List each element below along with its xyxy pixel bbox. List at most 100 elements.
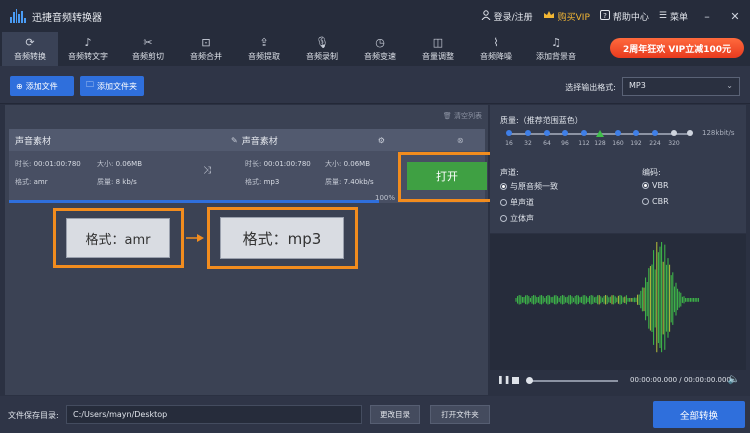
app-title: 迅捷音频转换器 [32, 12, 102, 24]
login-button[interactable]: 登录/注册 [481, 9, 533, 23]
save-directory-field[interactable]: C:/Users/mayn/Desktop [66, 405, 362, 424]
tab-audio-denoise[interactable]: ⌇ 音频降噪 [468, 32, 524, 66]
tab-label: 添加背景音 [536, 52, 576, 61]
add-folder-button[interactable]: 🗀 添加文件夹 [80, 76, 144, 96]
bottom-bar: 文件保存目录: C:/Users/mayn/Desktop 更改目录 打开文件夹… [0, 396, 750, 433]
target-format-callout-text: 格式：mp3 [220, 217, 344, 259]
quality-slider-thumb[interactable] [596, 130, 604, 137]
radio-icon [500, 215, 507, 222]
audio-text-icon: ♪ [84, 36, 92, 49]
volume-adjust-icon: ◫ [432, 36, 444, 49]
radio-icon [500, 183, 507, 190]
remove-file-icon[interactable]: ⊗ [457, 136, 464, 145]
quality-tick: 160 [612, 140, 624, 147]
tab-audio-record[interactable]: 🎙 音频录制 [294, 32, 350, 66]
radio-icon [642, 198, 649, 205]
trash-icon: 🗑 [442, 112, 452, 120]
tab-audio-to-text[interactable]: ♪ 音频转文字 [60, 32, 116, 66]
app-logo-icon [10, 9, 26, 23]
open-button[interactable]: 打开 [407, 162, 487, 190]
output-format-label: 选择输出格式: [565, 83, 616, 92]
playback-thumb[interactable] [526, 377, 533, 384]
tab-audio-merge[interactable]: ⊡ 音频合并 [178, 32, 234, 66]
quality-dot[interactable] [581, 130, 587, 136]
quality-tick: 320 [668, 140, 680, 147]
stop-icon[interactable] [512, 377, 519, 384]
quality-dot[interactable] [506, 130, 512, 136]
quality-dot[interactable] [544, 130, 550, 136]
tab-volume-adjust[interactable]: ◫ 音量调整 [410, 32, 466, 66]
output-format-select[interactable]: MP3 ⌄ [622, 77, 740, 96]
tab-label: 音频转换 [14, 52, 46, 61]
quality-dot[interactable] [525, 130, 531, 136]
channel-option-original[interactable]: 与原音频一致 [500, 181, 558, 192]
source-file-name: 声音素材 [15, 136, 52, 147]
change-directory-button[interactable]: 更改目录 [370, 405, 420, 424]
quality-tick: 96 [561, 140, 569, 147]
pause-icon[interactable]: ❚❚ [497, 375, 510, 384]
tab-label: 音频录制 [306, 52, 338, 61]
save-directory-label: 文件保存目录: [8, 411, 59, 420]
close-button[interactable]: ✕ [726, 10, 744, 23]
add-file-button[interactable]: ⊕ 添加文件 [10, 76, 74, 96]
target-size: 大小: 0.06MB [325, 160, 371, 168]
user-icon [481, 9, 491, 23]
menu-icon: ☰ [658, 11, 667, 21]
svg-text:?: ? [603, 12, 607, 20]
merge-icon: ⊡ [201, 36, 211, 49]
target-file-name: 声音素材 [241, 136, 278, 147]
channel-option-mono[interactable]: 单声道 [500, 197, 534, 208]
volume-icon[interactable]: 🔈 [728, 374, 740, 385]
channel-label: 声道: [500, 168, 519, 177]
source-quality: 质量: 8 kb/s [97, 178, 137, 186]
buy-vip-button[interactable]: 购买VIP [543, 10, 590, 23]
quality-tick: 32 [524, 140, 532, 147]
source-size: 大小: 0.06MB [97, 160, 143, 168]
open-folder-button[interactable]: 打开文件夹 [430, 405, 490, 424]
clear-list-label: 清空列表 [454, 112, 482, 120]
promo-banner[interactable]: 2周年狂欢 VIP立减100元 [610, 38, 744, 58]
quality-dot[interactable] [687, 130, 693, 136]
tab-audio-cut[interactable]: ✂ 音频剪切 [120, 32, 176, 66]
tab-audio-extract[interactable]: ⇪ 音频提取 [236, 32, 292, 66]
tab-add-background-music[interactable]: ♫ 添加背景音 [526, 32, 586, 66]
add-file-label: 添加文件 [25, 81, 58, 91]
encoding-label: 编码: [642, 168, 661, 177]
tab-audio-speed[interactable]: ◷ 音频变速 [352, 32, 408, 66]
encoding-option-cbr[interactable]: CBR [642, 197, 669, 206]
open-button-highlight: 打开 [398, 152, 496, 202]
quality-dot[interactable] [633, 130, 639, 136]
encoding-option-vbr[interactable]: VBR [642, 181, 669, 190]
quality-value: 128kbit/s [702, 129, 735, 137]
channel-option-stereo[interactable]: 立体声 [500, 213, 534, 224]
refresh-icon: ⟳ [25, 36, 35, 49]
convert-all-button[interactable]: 全部转换 [653, 401, 745, 428]
shuffle-icon: ⤨ [203, 165, 211, 176]
quality-tick: 16 [505, 140, 513, 147]
quality-tick: 64 [543, 140, 551, 147]
quality-dot[interactable] [671, 130, 677, 136]
menu-label: 菜单 [669, 12, 688, 23]
quality-dot[interactable] [615, 130, 621, 136]
edit-icon[interactable]: ✎ [231, 136, 238, 145]
clear-list-button[interactable]: 🗑 清空列表 [443, 111, 482, 121]
target-quality: 质量: 7.40kb/s [325, 178, 374, 186]
output-format-value: MP3 [629, 81, 646, 90]
playback-slider[interactable] [528, 380, 618, 382]
quality-tick: 128 [594, 140, 606, 147]
quality-dot[interactable] [652, 130, 658, 136]
menu-button[interactable]: ☰ 菜单 [659, 10, 688, 23]
vip-crown-icon [543, 10, 555, 23]
playback-time: 00:00:00.000 / 00:00:00.000 [630, 376, 731, 384]
scissors-icon: ✂ [143, 36, 153, 49]
plus-circle-icon: ⊕ [16, 81, 23, 91]
source-format-callout: 格式：amr [53, 208, 184, 268]
tab-label: 音量调整 [422, 52, 454, 61]
gear-icon[interactable]: ⚙ [378, 136, 385, 145]
minimize-button[interactable]: – [698, 10, 716, 23]
help-center-button[interactable]: ? 帮助中心 [599, 9, 649, 23]
arrow-right-icon [186, 234, 204, 242]
quality-dot[interactable] [562, 130, 568, 136]
quality-tick: 224 [649, 140, 661, 147]
tab-audio-convert[interactable]: ⟳ 音频转换 [2, 32, 58, 66]
